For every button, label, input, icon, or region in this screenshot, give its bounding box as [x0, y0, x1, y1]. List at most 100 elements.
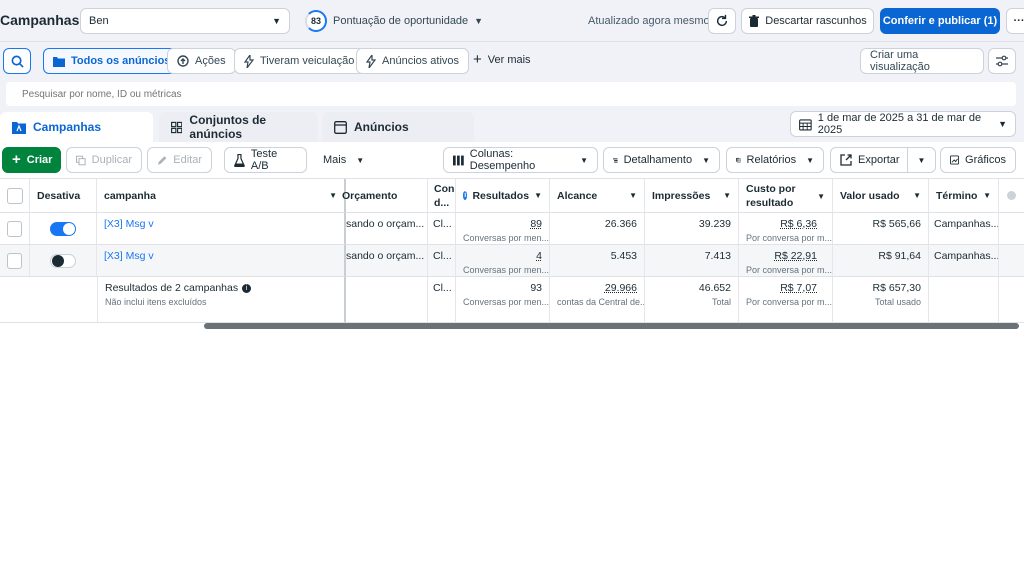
- spent-value: R$ 565,66: [872, 218, 921, 230]
- discard-drafts-button[interactable]: Descartar rascunhos: [741, 8, 874, 34]
- campaign-name-link[interactable]: [X3] Msg v: [104, 250, 154, 262]
- create-button[interactable]: + Criar: [2, 147, 61, 173]
- breakdown-icon: [613, 157, 618, 163]
- results-cell: 89 Conversas por men...: [456, 213, 550, 245]
- summary-cost: R$ 7,07: [780, 282, 817, 294]
- header-results[interactable]: i Resultados ▼: [456, 179, 550, 213]
- header-amount-spent[interactable]: Valor usado ▼: [833, 179, 929, 213]
- config-value: Cl...: [433, 250, 452, 262]
- add-column-header[interactable]: [999, 179, 1024, 213]
- campaign-toggle-on[interactable]: [50, 222, 76, 236]
- summary-title: Resultados de 2 campanhas: [105, 282, 239, 294]
- filter-settings-button[interactable]: [988, 48, 1016, 74]
- create-label: Criar: [26, 154, 53, 166]
- campaign-name-cell: [X3] Msg v: [97, 245, 346, 277]
- campaign-name-link[interactable]: [X3] Msg v: [104, 218, 154, 230]
- header-impressions[interactable]: Impressões ▼: [645, 179, 739, 213]
- info-icon[interactable]: i: [242, 283, 252, 293]
- summary-impressions: 46.652: [698, 282, 731, 294]
- campaign-toggle-off[interactable]: [50, 254, 76, 268]
- more-button[interactable]: Mais ▼: [313, 147, 369, 173]
- header-campaign[interactable]: campanha ▼: [97, 179, 346, 213]
- summary-title-cell: Resultados de 2 campanhas i Não inclui i…: [97, 277, 346, 323]
- search-toggle-button[interactable]: [3, 48, 31, 74]
- filter-had-delivery[interactable]: Tiveram veiculação: [234, 48, 365, 74]
- search-input[interactable]: [22, 88, 922, 100]
- header-toggle[interactable]: Desativa: [30, 179, 97, 213]
- row-toggle-cell: [30, 245, 97, 277]
- config-cell: Cl...: [428, 213, 456, 245]
- ab-test-button[interactable]: Teste A/B: [224, 147, 307, 173]
- columns-button[interactable]: Colunas: Desempenho ▼: [443, 147, 598, 173]
- header-reach[interactable]: Alcance ▼: [550, 179, 645, 213]
- config-value: Cl...: [433, 218, 452, 230]
- summary-spent: R$ 657,30: [872, 282, 921, 294]
- columns-label: Colunas: Desempenho: [469, 148, 536, 172]
- folder-icon: [53, 56, 65, 67]
- header-end[interactable]: Término ▼: [929, 179, 999, 213]
- select-all-checkbox[interactable]: [6, 187, 23, 204]
- summary-budget-cell: [346, 277, 428, 323]
- header-cost-line2: resultado: [746, 197, 794, 209]
- summary-note: Não inclui itens excluídos: [105, 297, 207, 307]
- results-value: 4: [536, 250, 542, 262]
- refresh-button[interactable]: [708, 8, 736, 34]
- header-config[interactable]: Con d...: [428, 179, 456, 213]
- caret-down-icon: ▼: [806, 155, 814, 165]
- summary-results-cell: 93 Conversas por men...: [456, 277, 550, 323]
- filter-actions[interactable]: Ações: [167, 48, 236, 74]
- row-filler: [999, 245, 1024, 277]
- tab-campaigns[interactable]: Campanhas: [0, 112, 153, 142]
- export-dropdown-caret-icon[interactable]: ▼: [907, 148, 935, 172]
- reports-button[interactable]: Relatórios ▼: [726, 147, 824, 173]
- results-sub: Conversas por men...: [463, 265, 550, 275]
- edit-button[interactable]: Editar: [147, 147, 212, 173]
- row-checkbox[interactable]: [7, 220, 22, 237]
- breakdown-button[interactable]: Detalhamento ▼: [603, 147, 720, 173]
- ad-window-icon: [334, 120, 347, 134]
- table-row: [0, 213, 30, 245]
- header-cost-per-result[interactable]: Custo por resultado ▼: [739, 179, 833, 213]
- edit-label: Editar: [173, 154, 202, 166]
- budget-cell: sando o orçam...: [346, 213, 428, 245]
- caret-down-icon: ▼: [272, 16, 281, 26]
- opportunity-score-label: Pontuação de oportunidade: [333, 15, 469, 27]
- cost-cell: R$ 6,36 Por conversa por m...: [739, 213, 833, 245]
- date-range-picker[interactable]: 1 de mar de 2025 a 31 de mar de 2025 ▼: [790, 111, 1016, 137]
- add-column-icon: [1007, 191, 1016, 200]
- charts-button[interactable]: Gráficos: [940, 147, 1016, 173]
- reach-cell: 5.453: [550, 245, 645, 277]
- tab-ads[interactable]: Anúncios: [322, 112, 474, 142]
- discard-drafts-label: Descartar rascunhos: [765, 15, 867, 27]
- review-publish-button[interactable]: Conferir e publicar (1): [880, 8, 1000, 34]
- summary-reach: 29.966: [604, 282, 637, 294]
- header-results-label: Resultados: [472, 189, 530, 202]
- account-select[interactable]: Ben ▼: [80, 8, 290, 34]
- cost-cell: R$ 22,91 Por conversa por m...: [739, 245, 833, 277]
- tab-ad-sets[interactable]: Conjuntos de anúncios: [159, 112, 318, 142]
- filter-active-ads[interactable]: Anúncios ativos: [356, 48, 470, 74]
- tab-ads-label: Anúncios: [354, 120, 409, 134]
- cost-sub: Por conversa por m...: [746, 233, 833, 243]
- more-options-button[interactable]: ···: [1006, 8, 1024, 34]
- horizontal-scrollbar[interactable]: [204, 323, 1019, 329]
- tab-campaigns-label: Campanhas: [33, 120, 102, 134]
- end-value: Campanhas...: [934, 250, 999, 262]
- export-button[interactable]: Exportar ▼: [830, 147, 936, 173]
- header-budget[interactable]: Orçamento: [342, 179, 428, 213]
- opportunity-score[interactable]: 83 Pontuação de oportunidade ▼: [305, 10, 483, 32]
- date-range-label: 1 de mar de 2025 a 31 de mar de 2025: [817, 112, 982, 136]
- header-impressions-label: Impressões: [652, 189, 711, 202]
- summary-spent-sub: Total usado: [874, 297, 921, 307]
- chart-icon: [950, 155, 960, 165]
- see-more-button[interactable]: + Ver mais: [473, 52, 531, 67]
- top-bar: Campanhas Ben ▼ 83 Pontuação de oportuni…: [0, 0, 1024, 42]
- create-view-button[interactable]: Criar uma visualização: [860, 48, 984, 74]
- filter-all-ads[interactable]: Todos os anúncios: [43, 48, 181, 74]
- duplicate-button[interactable]: Duplicar: [66, 147, 142, 173]
- sort-caret-icon: ▼: [723, 191, 731, 200]
- spent-value: R$ 91,64: [878, 250, 921, 262]
- summary-filler: [999, 277, 1024, 323]
- row-checkbox[interactable]: [7, 252, 22, 269]
- reach-value: 5.453: [610, 250, 637, 262]
